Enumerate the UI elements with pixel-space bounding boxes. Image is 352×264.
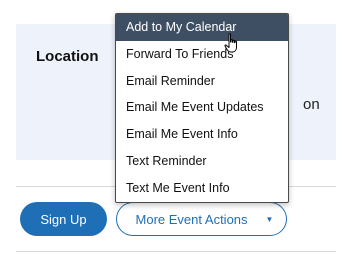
menu-item-email-me-event-updates[interactable]: Email Me Event Updates (116, 94, 288, 121)
menu-item-email-reminder[interactable]: Email Reminder (116, 68, 288, 95)
location-label: Location (36, 48, 99, 65)
sign-up-button[interactable]: Sign Up (20, 202, 107, 236)
menu-item-add-to-my-calendar[interactable]: Add to My Calendar (116, 14, 288, 41)
divider (16, 251, 336, 252)
caret-down-icon: ▼ (265, 214, 274, 224)
more-event-actions-button[interactable]: More Event Actions ▼ (116, 202, 287, 236)
event-actions-menu: Add to My Calendar Forward To Friends Em… (115, 13, 289, 203)
menu-item-text-reminder[interactable]: Text Reminder (116, 148, 288, 175)
menu-item-text-me-event-info[interactable]: Text Me Event Info (116, 175, 288, 202)
hand-pointer-icon (224, 33, 237, 53)
location-value: on (303, 96, 320, 113)
menu-item-forward-to-friends[interactable]: Forward To Friends (116, 41, 288, 68)
menu-item-email-me-event-info[interactable]: Email Me Event Info (116, 121, 288, 148)
more-event-actions-label: More Event Actions (135, 211, 248, 227)
